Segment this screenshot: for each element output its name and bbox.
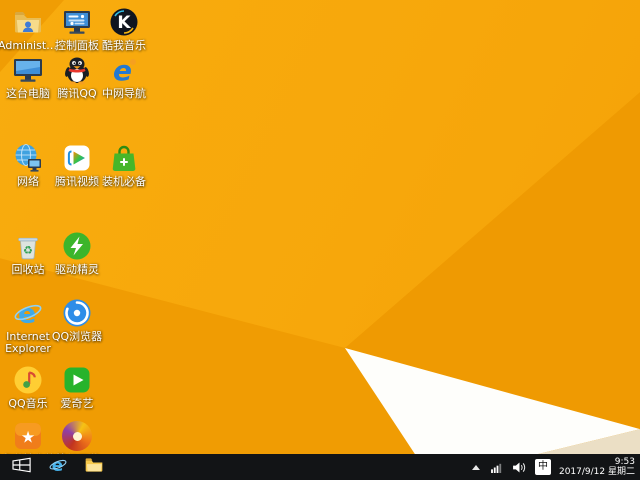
svg-text:K: K [117,13,131,33]
icon-label: 驱动精灵 [55,263,99,276]
qq-penguin-icon [61,54,93,86]
internet-explorer-icon: e [12,297,44,329]
svg-text:e: e [18,299,36,330]
folder-icon [84,455,104,479]
taskbar-explorer-button[interactable] [76,454,112,480]
svg-text:★: ★ [21,428,35,447]
svg-text:♻: ♻ [23,244,33,257]
chevron-up-icon [471,464,480,470]
ime-indicator[interactable]: 中 [534,459,551,475]
computer-icon [12,54,44,86]
icon-label: 酷我音乐 [102,39,146,52]
icon-label: 装机必备 [102,175,146,188]
desktop-icon-zhongwang-nav[interactable]: e 中网导航 [98,54,150,100]
qq-browser-icon [61,297,93,329]
start-button[interactable] [4,454,40,480]
tencent-video-icon [61,142,93,174]
desktop-icon-kuwo-music[interactable]: K 酷我音乐 [98,6,150,52]
desktop-icon-internet-explorer[interactable]: e Internet Explorer [2,297,54,355]
desktop[interactable]: Administrator 这台电脑 网络 [0,0,640,480]
icon-label: QQ浏览器 [51,330,103,343]
desktop-icon-zhuangji-bibei[interactable]: 装机必备 [98,142,150,188]
driver-genius-icon [61,230,93,262]
svg-text:e: e [113,54,132,86]
windows-logo-icon [11,456,33,478]
clock-time: 9:53 [614,457,635,467]
taskbar: e 中 9:53 2017/9/12 星期二 [0,454,640,480]
recycle-bin-icon: ♻ [12,230,44,262]
network-tray-icon[interactable] [491,460,505,474]
desktop-icon-driver-genius[interactable]: 驱动精灵 [51,230,103,276]
qq-music-icon [12,364,44,396]
desktop-icon-qq-browser[interactable]: QQ浏览器 [51,297,103,343]
taskbar-clock[interactable]: 9:53 2017/9/12 星期二 [559,457,635,477]
swirl-game-icon [61,420,93,452]
volume-tray-icon[interactable] [513,460,527,474]
user-folder-icon [12,6,44,38]
icon-label: 中网导航 [102,87,146,100]
kuwo-music-icon: K [108,6,140,38]
desktop-icon-iqiyi[interactable]: 爱奇艺 [51,364,103,410]
control-panel-icon [61,6,93,38]
zhongwang-e-icon: e [108,54,140,86]
green-bag-icon [108,142,140,174]
show-hidden-icons-button[interactable] [469,460,483,474]
svg-text:e: e [52,455,63,475]
taskbar-ie-button[interactable]: e [40,454,76,480]
iqiyi-icon [61,364,93,396]
internet-explorer-icon: e [48,455,68,479]
system-tray: 中 9:53 2017/9/12 星期二 [469,457,640,477]
network-globe-icon [12,142,44,174]
haozhuodao-icon: ★ [12,420,44,452]
icon-label: 爱奇艺 [60,397,94,410]
clock-date: 2017/9/12 星期二 [558,467,635,477]
